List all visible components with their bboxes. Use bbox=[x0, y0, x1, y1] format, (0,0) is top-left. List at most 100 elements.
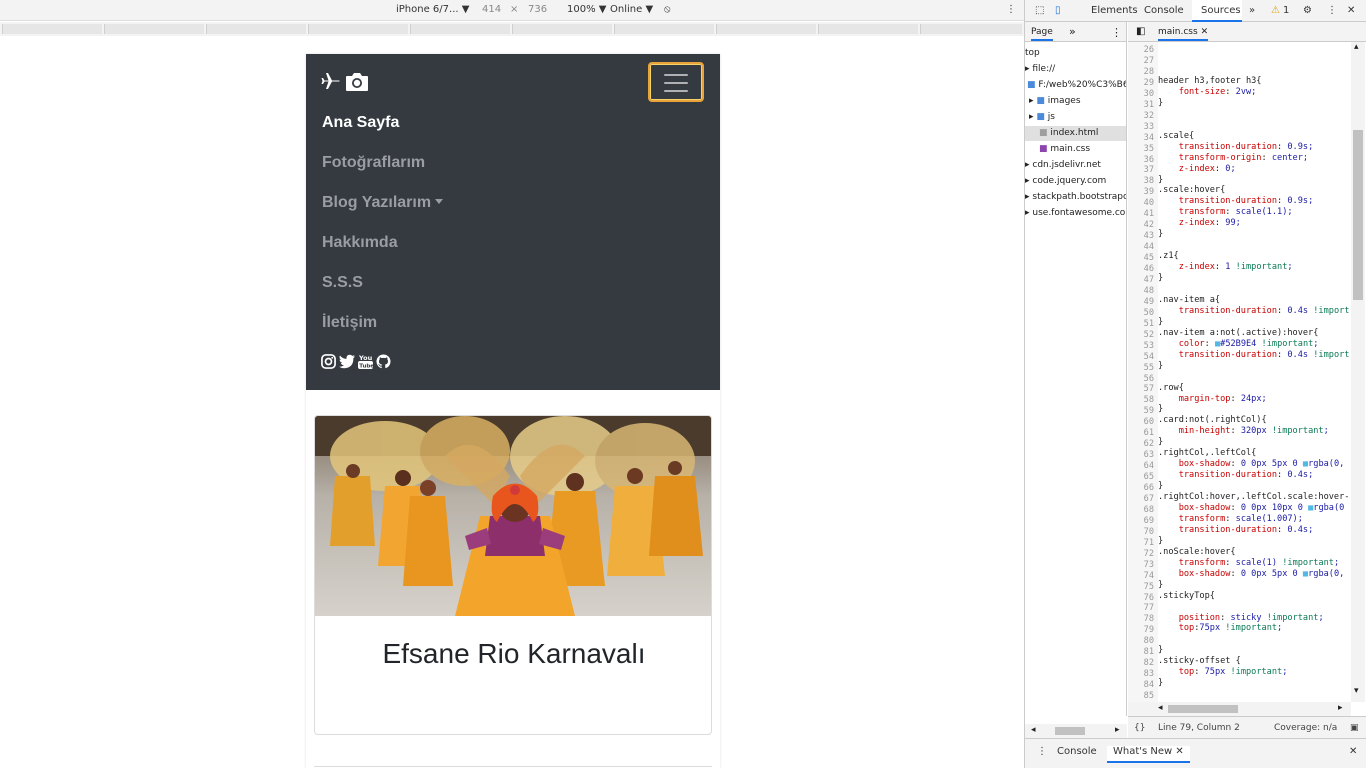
code-line[interactable]: .nav-item a{ bbox=[1158, 295, 1220, 305]
line-number[interactable]: 51 bbox=[1144, 319, 1154, 329]
code-line[interactable]: transition-duration: 0.9s; bbox=[1158, 142, 1314, 152]
tree-item-fontawesome[interactable]: ▸ use.fontawesome.com bbox=[1025, 208, 1126, 218]
line-number[interactable]: 31 bbox=[1144, 100, 1154, 110]
line-number[interactable]: 48 bbox=[1144, 286, 1154, 296]
warning-icon[interactable]: ⚠ bbox=[1271, 5, 1280, 16]
code-line[interactable]: .rightCol:hover,.leftCol.scale:hover- bbox=[1158, 492, 1349, 502]
inspect-element-icon[interactable]: ⬚ bbox=[1035, 5, 1044, 16]
line-number[interactable]: 72 bbox=[1144, 549, 1154, 559]
nav-link-iletisim[interactable]: İletişim bbox=[322, 314, 377, 332]
tab-page[interactable]: Page bbox=[1031, 27, 1053, 41]
close-tab-icon[interactable]: ✕ bbox=[1175, 746, 1183, 757]
line-number[interactable]: 83 bbox=[1144, 669, 1154, 679]
line-number[interactable]: 45 bbox=[1144, 253, 1154, 263]
media-query-bar[interactable] bbox=[0, 22, 1024, 36]
line-number[interactable]: 69 bbox=[1144, 516, 1154, 526]
youtube-icon[interactable]: You Tube bbox=[358, 354, 373, 370]
code-line[interactable]: } bbox=[1158, 317, 1163, 327]
close-tab-icon[interactable]: ✕ bbox=[1201, 27, 1209, 37]
code-line[interactable]: min-height: 320px !important; bbox=[1158, 426, 1329, 436]
line-number[interactable]: 50 bbox=[1144, 308, 1154, 318]
line-number[interactable]: 58 bbox=[1144, 395, 1154, 405]
code-line[interactable]: } bbox=[1158, 437, 1163, 447]
line-number[interactable]: 70 bbox=[1144, 527, 1154, 537]
line-number[interactable]: 37 bbox=[1144, 165, 1154, 175]
line-number[interactable]: 75 bbox=[1144, 582, 1154, 592]
drawer-menu-icon[interactable]: ⋮ bbox=[1037, 746, 1047, 757]
code-line[interactable]: transform: scale(1) !important; bbox=[1158, 558, 1339, 568]
warning-count[interactable]: 1 bbox=[1283, 5, 1289, 16]
code-line[interactable]: position: sticky !important; bbox=[1158, 613, 1324, 623]
line-number[interactable]: 67 bbox=[1144, 494, 1154, 504]
media-query-segment[interactable] bbox=[410, 24, 510, 34]
line-number[interactable]: 43 bbox=[1144, 231, 1154, 241]
zoom-select[interactable]: 100% ▼ bbox=[567, 4, 606, 15]
line-number[interactable]: 42 bbox=[1144, 220, 1154, 230]
scroll-left-icon[interactable]: ◂ bbox=[1158, 703, 1163, 713]
line-number[interactable]: 30 bbox=[1144, 89, 1154, 99]
line-number[interactable]: 44 bbox=[1144, 242, 1154, 252]
code-line[interactable]: .scale{ bbox=[1158, 131, 1194, 141]
code-line[interactable]: .noScale:hover{ bbox=[1158, 547, 1236, 557]
line-number[interactable]: 32 bbox=[1144, 111, 1154, 121]
editor-hscrollbar[interactable]: ◂ ▸ bbox=[1128, 702, 1351, 716]
line-number[interactable]: 27 bbox=[1144, 56, 1154, 66]
tree-item-js[interactable]: ▸ ■ js bbox=[1029, 112, 1055, 122]
line-number[interactable]: 74 bbox=[1144, 571, 1154, 581]
line-number[interactable]: 81 bbox=[1144, 647, 1154, 657]
media-query-segment[interactable] bbox=[614, 24, 714, 34]
device-toolbar-toggle-icon[interactable]: ▯ bbox=[1055, 5, 1061, 16]
line-number[interactable]: 82 bbox=[1144, 658, 1154, 668]
toggle-navigator-icon[interactable]: ◧ bbox=[1136, 26, 1145, 37]
line-number[interactable]: 36 bbox=[1144, 155, 1154, 165]
line-number[interactable]: 60 bbox=[1144, 417, 1154, 427]
line-number[interactable]: 26 bbox=[1144, 45, 1154, 55]
code-line[interactable]: transform-origin: center; bbox=[1158, 153, 1308, 163]
tree-item-main-css[interactable]: ■ main.css bbox=[1039, 144, 1090, 154]
code-line[interactable]: } bbox=[1158, 175, 1163, 185]
line-number[interactable]: 29 bbox=[1144, 78, 1154, 88]
line-number[interactable]: 41 bbox=[1144, 209, 1154, 219]
tree-item-bootstrapcdn[interactable]: ▸ stackpath.bootstrapcc bbox=[1025, 192, 1126, 202]
tree-item-index-html[interactable]: ■ index.html bbox=[1039, 128, 1098, 138]
tree-item-jsdelivr[interactable]: ▸ cdn.jsdelivr.net bbox=[1025, 160, 1101, 170]
code-line[interactable]: transition-duration: 0.4s !import bbox=[1158, 306, 1350, 316]
line-number[interactable]: 47 bbox=[1144, 275, 1154, 285]
close-drawer-icon[interactable]: ✕ bbox=[1349, 746, 1357, 757]
code-line[interactable]: .sticky-offset { bbox=[1158, 656, 1241, 666]
device-select[interactable]: iPhone 6/7... ▼ bbox=[396, 4, 469, 15]
code-line[interactable]: } bbox=[1158, 536, 1163, 546]
line-number[interactable]: 78 bbox=[1144, 614, 1154, 624]
media-query-segment[interactable] bbox=[308, 24, 408, 34]
code-line[interactable]: .card:not(.rightCol){ bbox=[1158, 415, 1267, 425]
line-number[interactable]: 66 bbox=[1144, 483, 1154, 493]
coverage-icon[interactable]: ▣ bbox=[1350, 723, 1359, 733]
code-line[interactable]: color: ■#52B9E4 !important; bbox=[1158, 339, 1319, 349]
media-query-segment[interactable] bbox=[206, 24, 306, 34]
code-line[interactable]: transform: scale(1.1); bbox=[1158, 207, 1293, 217]
line-number[interactable]: 62 bbox=[1144, 439, 1154, 449]
editor-vscrollbar[interactable]: ▴ ▾ bbox=[1351, 42, 1365, 702]
media-query-segment[interactable] bbox=[920, 24, 1022, 34]
line-number[interactable]: 28 bbox=[1144, 67, 1154, 77]
media-query-segment[interactable] bbox=[104, 24, 204, 34]
line-number[interactable]: 61 bbox=[1144, 428, 1154, 438]
line-number[interactable]: 34 bbox=[1144, 133, 1154, 143]
line-number[interactable]: 76 bbox=[1144, 593, 1154, 603]
twitter-icon[interactable] bbox=[339, 354, 355, 369]
code-line[interactable]: } bbox=[1158, 678, 1163, 688]
code-line[interactable]: header h3,footer h3{ bbox=[1158, 76, 1261, 86]
more-options-icon[interactable]: ⋮ bbox=[1006, 4, 1016, 15]
code-line[interactable]: transition-duration: 0.4s; bbox=[1158, 470, 1314, 480]
code-line[interactable]: box-shadow: 0 0px 10px 0 ■rgba(0 bbox=[1158, 503, 1345, 513]
more-tabs-icon[interactable]: » bbox=[1249, 5, 1255, 16]
tab-console[interactable]: Console bbox=[1144, 5, 1184, 16]
nav-link-fotograflarim[interactable]: Fotoğraflarım bbox=[322, 154, 425, 172]
media-query-segment[interactable] bbox=[818, 24, 918, 34]
nav-link-ana-sayfa[interactable]: Ana Sayfa bbox=[322, 114, 399, 132]
code-line[interactable]: } bbox=[1158, 645, 1163, 655]
line-number[interactable]: 63 bbox=[1144, 450, 1154, 460]
code-line[interactable]: .row{ bbox=[1158, 383, 1184, 393]
tree-item-jquery[interactable]: ▸ code.jquery.com bbox=[1025, 176, 1106, 186]
tree-item-folder[interactable]: ■ F:/web%20%C3%B6 bbox=[1027, 80, 1126, 90]
